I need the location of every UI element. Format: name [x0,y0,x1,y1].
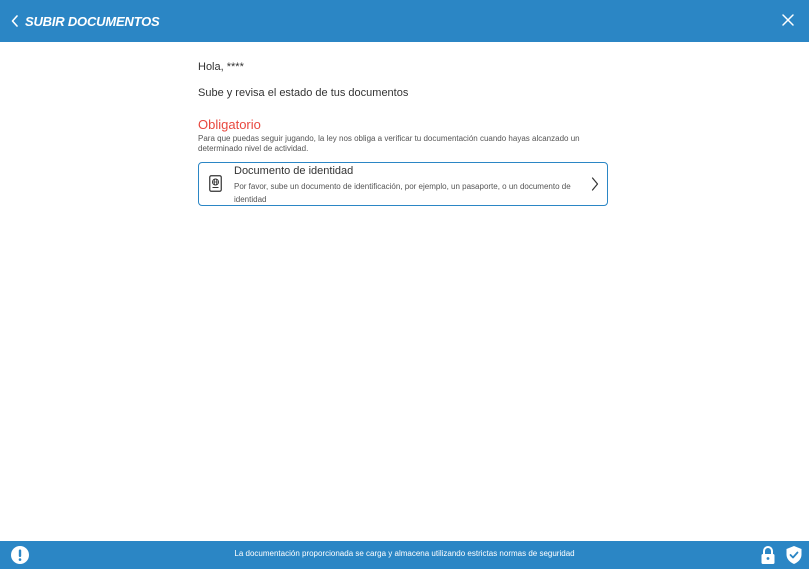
document-card-title: Documento de identidad [234,165,354,177]
shield-check-icon [785,545,803,569]
chevron-right-icon [591,177,599,196]
identity-document-card[interactable]: Documento de identidad Por favor, sube u… [198,162,608,206]
required-section-title: Obligatorio [198,117,261,132]
back-button[interactable]: SUBIR DOCUMENTOS [11,14,160,29]
upload-documents-page: SUBIR DOCUMENTOS Hola, **** Sube y revis… [0,0,809,569]
close-icon [781,14,795,31]
main-content: Hola, **** Sube y revisa el estado de tu… [198,61,610,206]
header-bar: SUBIR DOCUMENTOS [0,0,809,42]
page-title: SUBIR DOCUMENTOS [25,13,160,29]
passport-icon [209,175,222,197]
footer-bar: La documentación proporcionada se carga … [0,541,809,569]
greeting-text: Hola, **** [198,61,244,73]
close-button[interactable] [781,13,795,32]
subtitle-text: Sube y revisa el estado de tus documento… [198,87,409,99]
chevron-left-icon [11,15,19,27]
lock-icon [760,545,776,569]
required-section-description: Para que puedas seguir jugando, la ley n… [198,134,580,153]
security-notice: La documentación proporcionada se carga … [234,549,575,558]
document-card-description: Por favor, sube un documento de identifi… [234,182,571,204]
